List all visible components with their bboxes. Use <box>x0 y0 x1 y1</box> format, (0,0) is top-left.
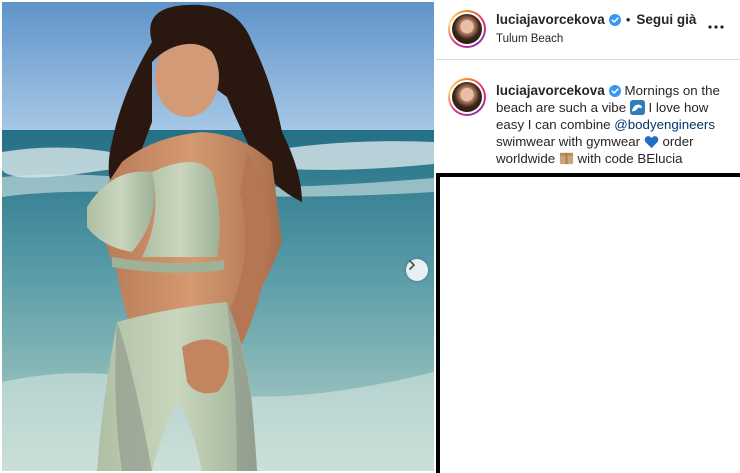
chevron-right-icon <box>409 260 415 270</box>
verified-badge-icon <box>608 13 621 26</box>
post-location[interactable]: Tulum Beach <box>496 33 716 45</box>
comments-placeholder <box>436 173 740 473</box>
post-sidebar: luciajavorcekova • Segui già Tulum Beach… <box>436 0 740 473</box>
verified-badge-icon <box>608 85 621 98</box>
more-options-icon[interactable] <box>706 20 726 34</box>
post-photo <box>2 2 434 471</box>
wave-emoji-icon <box>629 100 645 115</box>
following-button[interactable]: Segui già <box>636 12 696 27</box>
mention-link[interactable]: @bodyengineers <box>614 117 715 132</box>
package-emoji-icon <box>559 152 573 165</box>
separator-dot: • <box>625 12 631 27</box>
avatar[interactable] <box>448 10 486 48</box>
author-info: luciajavorcekova • Segui già Tulum Beach <box>496 12 716 45</box>
author-username[interactable]: luciajavorcekova <box>496 12 605 27</box>
post-header: luciajavorcekova • Segui già Tulum Beach <box>436 0 740 60</box>
carousel-next-button[interactable] <box>406 259 428 281</box>
caption-part-5: with code BElucia <box>577 151 683 166</box>
blue-heart-emoji-icon <box>644 136 659 149</box>
caption-part-3: swimwear with gymwear <box>496 134 641 149</box>
caption-text: luciajavorcekova Mornings on the beach a… <box>496 82 732 167</box>
post-caption: luciajavorcekova Mornings on the beach a… <box>436 68 740 171</box>
caption-avatar[interactable] <box>448 78 486 116</box>
caption-username[interactable]: luciajavorcekova <box>496 83 605 98</box>
post-media[interactable] <box>2 2 434 471</box>
